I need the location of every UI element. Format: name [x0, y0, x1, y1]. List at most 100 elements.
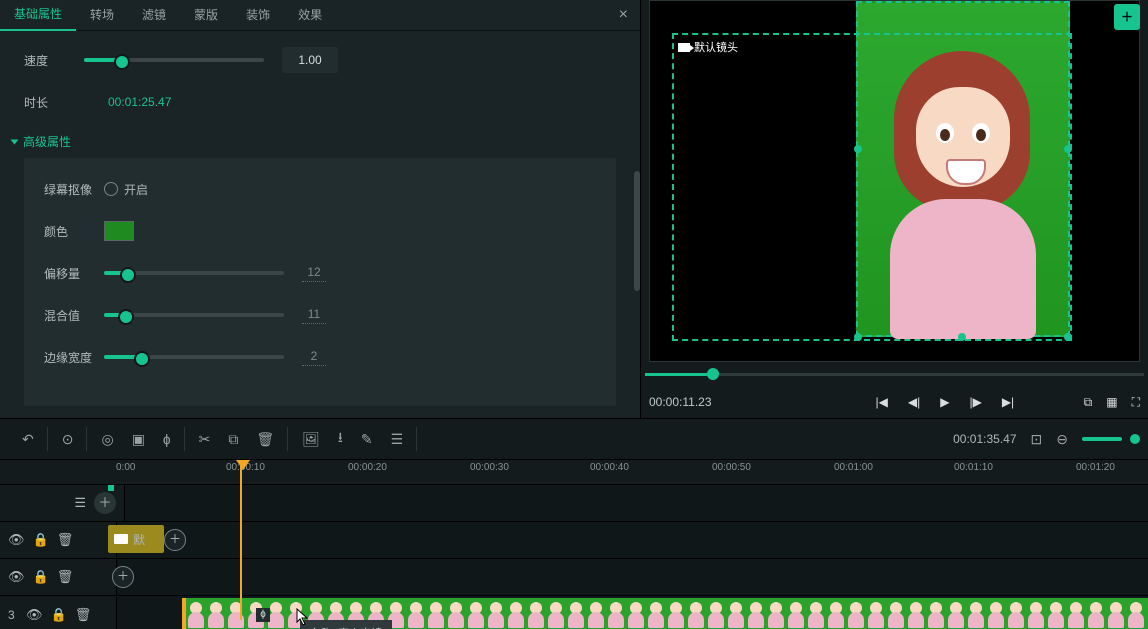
- track-visible-icon[interactable]: 👁: [26, 607, 43, 623]
- clip-thumbnail: [666, 598, 686, 629]
- clip-thumbnail: [886, 598, 906, 629]
- offset-value[interactable]: 12: [302, 265, 326, 282]
- clip-thumbnail: [646, 598, 666, 629]
- track-lock-icon[interactable]: 🔒: [33, 569, 49, 585]
- playback-time: 00:00:11.23: [649, 395, 712, 409]
- export-button[interactable]: ⭳: [338, 427, 343, 451]
- tab-effect[interactable]: 效果: [284, 0, 336, 30]
- track-options-button[interactable]: ☰: [74, 495, 86, 511]
- track-lock-icon[interactable]: 🔒: [33, 532, 49, 548]
- track-visible-icon[interactable]: 👁: [8, 532, 25, 548]
- preview-scrubber[interactable]: [645, 370, 1144, 378]
- copy-button[interactable]: ⧉: [228, 431, 238, 448]
- play-button[interactable]: ▶: [940, 395, 949, 409]
- clip-thumbnail: [1126, 598, 1146, 629]
- clip-thumbnail: [186, 598, 206, 629]
- add-track-button[interactable]: ＋: [94, 492, 116, 514]
- timeline-total-time: 00:01:35.47: [953, 432, 1016, 446]
- marker-button[interactable]: ⊙: [62, 431, 74, 448]
- zoom-out-button[interactable]: ⊖: [1056, 431, 1068, 448]
- tab-transition[interactable]: 转场: [76, 0, 128, 30]
- image-button[interactable]: 🖼: [302, 431, 320, 448]
- timeline-ruler[interactable]: 0:0000:00:1000:00:2000:00:3000:00:4000:0…: [0, 460, 1148, 485]
- clip-thumbnail: [526, 598, 546, 629]
- prev-clip-button[interactable]: |◀: [876, 395, 888, 409]
- tab-mask[interactable]: 蒙版: [180, 0, 232, 30]
- ruler-tick: 00:00:50: [712, 462, 751, 473]
- clip-thumbnail: [206, 598, 226, 629]
- clip-thumbnail: [486, 598, 506, 629]
- layers-button[interactable]: ☰: [391, 431, 404, 448]
- preview-panel: 默认镜头 ＋ 00:00:11.23 |◀ ◀| ▶ |▶ ▶|: [641, 0, 1148, 418]
- camera-icon: [678, 43, 690, 52]
- clip-thumbnail: [546, 598, 566, 629]
- resize-handle[interactable]: [854, 145, 862, 153]
- track-delete-icon[interactable]: 🗑: [57, 532, 74, 548]
- clip-thumbnail: [406, 598, 426, 629]
- add-clip-button[interactable]: ＋: [164, 529, 186, 551]
- resize-handle[interactable]: [854, 333, 862, 341]
- ruler-tick: 00:01:20: [1076, 462, 1115, 473]
- split-marker-icon[interactable]: ɸ: [256, 608, 270, 622]
- crop-frame-button[interactable]: ▣: [132, 431, 145, 448]
- speed-slider[interactable]: [84, 58, 264, 62]
- add-layer-button[interactable]: ＋: [1114, 4, 1140, 30]
- undo-button[interactable]: ↶: [22, 431, 34, 448]
- tab-decor[interactable]: 装饰: [232, 0, 284, 30]
- speed-value-input[interactable]: 1.00: [282, 47, 338, 73]
- resize-handle[interactable]: [1064, 145, 1072, 153]
- edge-value[interactable]: 2: [302, 349, 326, 366]
- fullscreen-button[interactable]: ⛶: [1132, 395, 1140, 410]
- clip-thumbnail: [586, 598, 606, 629]
- clip-thumbnail: [606, 598, 626, 629]
- blend-slider[interactable]: [104, 313, 284, 317]
- edge-slider[interactable]: [104, 355, 284, 359]
- offset-slider[interactable]: [104, 271, 284, 275]
- step-fwd-button[interactable]: |▶: [969, 395, 981, 409]
- ruler-tick: 00:00:20: [348, 462, 387, 473]
- preview-stage[interactable]: 默认镜头: [649, 0, 1140, 362]
- ruler-tick: 00:01:00: [834, 462, 873, 473]
- track-delete-icon[interactable]: 🗑: [75, 607, 92, 623]
- clip-thumbnail: [826, 598, 846, 629]
- next-clip-button[interactable]: ▶|: [1002, 395, 1014, 409]
- panel-scrollbar[interactable]: [634, 171, 640, 291]
- tab-filter[interactable]: 滤镜: [128, 0, 180, 30]
- properties-panel: 基础属性 转场 滤镜 蒙版 装饰 效果 × 速度 1.00 时长 00:01:2…: [0, 0, 641, 418]
- add-clip-button[interactable]: ＋: [112, 566, 134, 588]
- resize-handle[interactable]: [958, 333, 966, 341]
- split-button[interactable]: ɸ: [163, 431, 171, 447]
- chroma-color-swatch[interactable]: [104, 221, 134, 241]
- track-label: 3: [8, 608, 18, 622]
- track-visible-icon[interactable]: 👁: [8, 569, 25, 585]
- playhead[interactable]: [240, 460, 242, 620]
- clip-thumbnail: [686, 598, 706, 629]
- selection-box[interactable]: 默认镜头: [672, 33, 1072, 341]
- close-panel-button[interactable]: ×: [619, 6, 628, 24]
- zoom-slider[interactable]: [1082, 437, 1122, 441]
- duration-value: 00:01:25.47: [108, 95, 171, 109]
- clip-thumbnail: [1106, 598, 1126, 629]
- edit-button[interactable]: ✎: [361, 431, 373, 448]
- advanced-box: 绿幕抠像 开启 颜色 偏移量 12 混合值 11: [24, 158, 616, 406]
- snapshot-button[interactable]: ⧉: [1084, 395, 1093, 410]
- speed-label: 速度: [24, 52, 84, 69]
- resize-handle[interactable]: [1064, 333, 1072, 341]
- clip-thumbnail: [1046, 598, 1066, 629]
- scene-clip[interactable]: 默: [108, 525, 164, 553]
- chroma-enable-radio[interactable]: [104, 182, 118, 196]
- step-back-button[interactable]: ◀|: [908, 395, 920, 409]
- clip-thumbnail: [226, 598, 246, 629]
- track-lock-icon[interactable]: 🔒: [51, 607, 67, 623]
- advanced-header[interactable]: 高级属性: [12, 133, 616, 150]
- grid-button[interactable]: ▦: [1106, 395, 1117, 410]
- crop-button[interactable]: ✂: [199, 431, 211, 448]
- tab-basic[interactable]: 基础属性: [0, 0, 76, 31]
- ruler-tick: 00:00:40: [590, 462, 629, 473]
- track-delete-icon[interactable]: 🗑: [57, 569, 74, 585]
- clip-thumbnail: [566, 598, 586, 629]
- focus-button[interactable]: ◎: [101, 431, 113, 448]
- fit-button[interactable]: ⊡: [1031, 431, 1043, 448]
- blend-value[interactable]: 11: [302, 307, 326, 324]
- delete-button[interactable]: 🗑: [256, 431, 274, 448]
